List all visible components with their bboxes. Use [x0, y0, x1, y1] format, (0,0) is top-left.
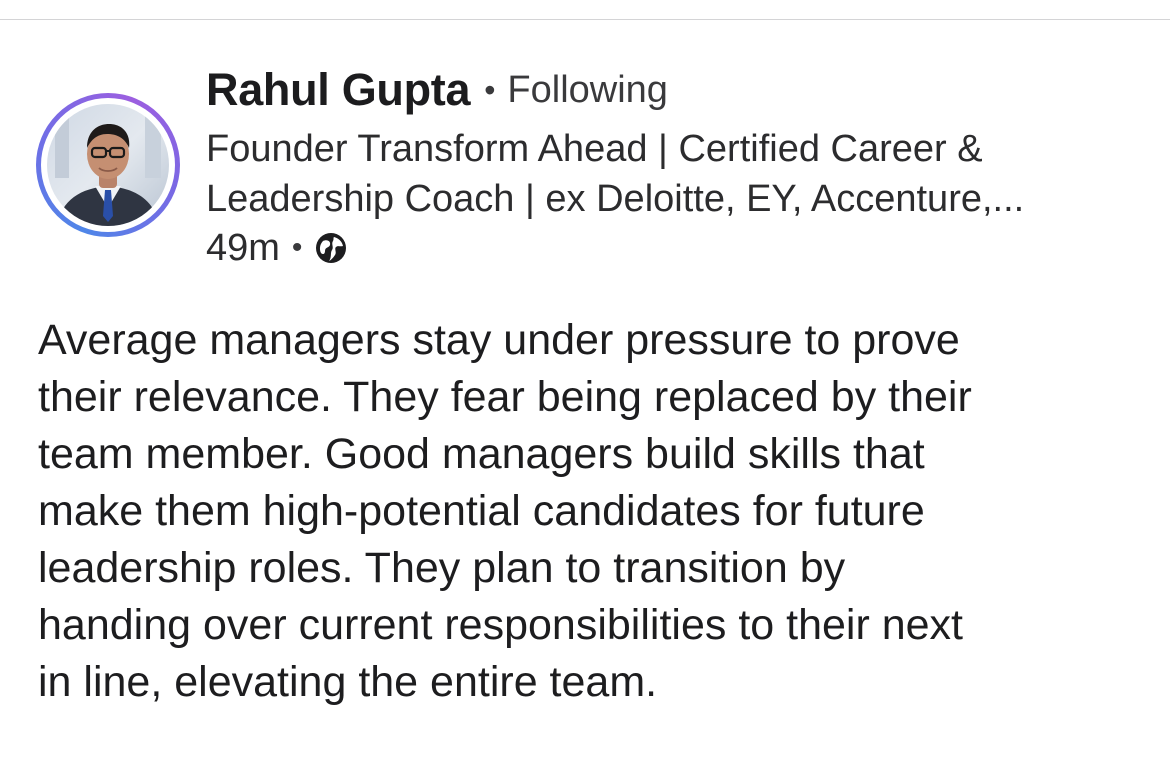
author-headline: Founder Transform Ahead | Certified Care… — [206, 124, 1146, 224]
author-header: Rahul Gupta • Following — [206, 62, 668, 118]
author-avatar[interactable] — [36, 93, 180, 237]
post-text-line: in line, elevating the entire team. — [38, 658, 658, 706]
post-text-line: leadership roles. They plan to transitio… — [38, 544, 846, 592]
headline-line: Leadership Coach | ex Deloitte, EY, Acce… — [206, 178, 1025, 220]
post-text-line: Average managers stay under pressure to … — [38, 316, 960, 364]
avatar-frame — [41, 98, 175, 232]
name-separator: • — [484, 71, 496, 108]
post-text-line: team member. Good managers build skills … — [38, 430, 925, 478]
post-timestamp: 49m — [206, 226, 280, 269]
post-text-line: handing over current responsibilities to… — [38, 601, 964, 649]
top-divider — [0, 19, 1170, 20]
globe-icon — [316, 233, 347, 263]
author-name[interactable]: Rahul Gupta — [206, 64, 471, 116]
meta-separator: • — [291, 231, 303, 264]
post-meta: 49m • — [206, 222, 348, 274]
follow-status[interactable]: Following — [507, 69, 668, 112]
post-text-line: make them high-potential candidates for … — [38, 487, 925, 535]
profile-photo-icon — [47, 104, 169, 226]
headline-line: Founder Transform Ahead | Certified Care… — [206, 128, 983, 170]
post-text-line: their relevance. They fear being replace… — [38, 373, 972, 421]
post-body: Average managers stay under pressure to … — [38, 312, 1148, 711]
